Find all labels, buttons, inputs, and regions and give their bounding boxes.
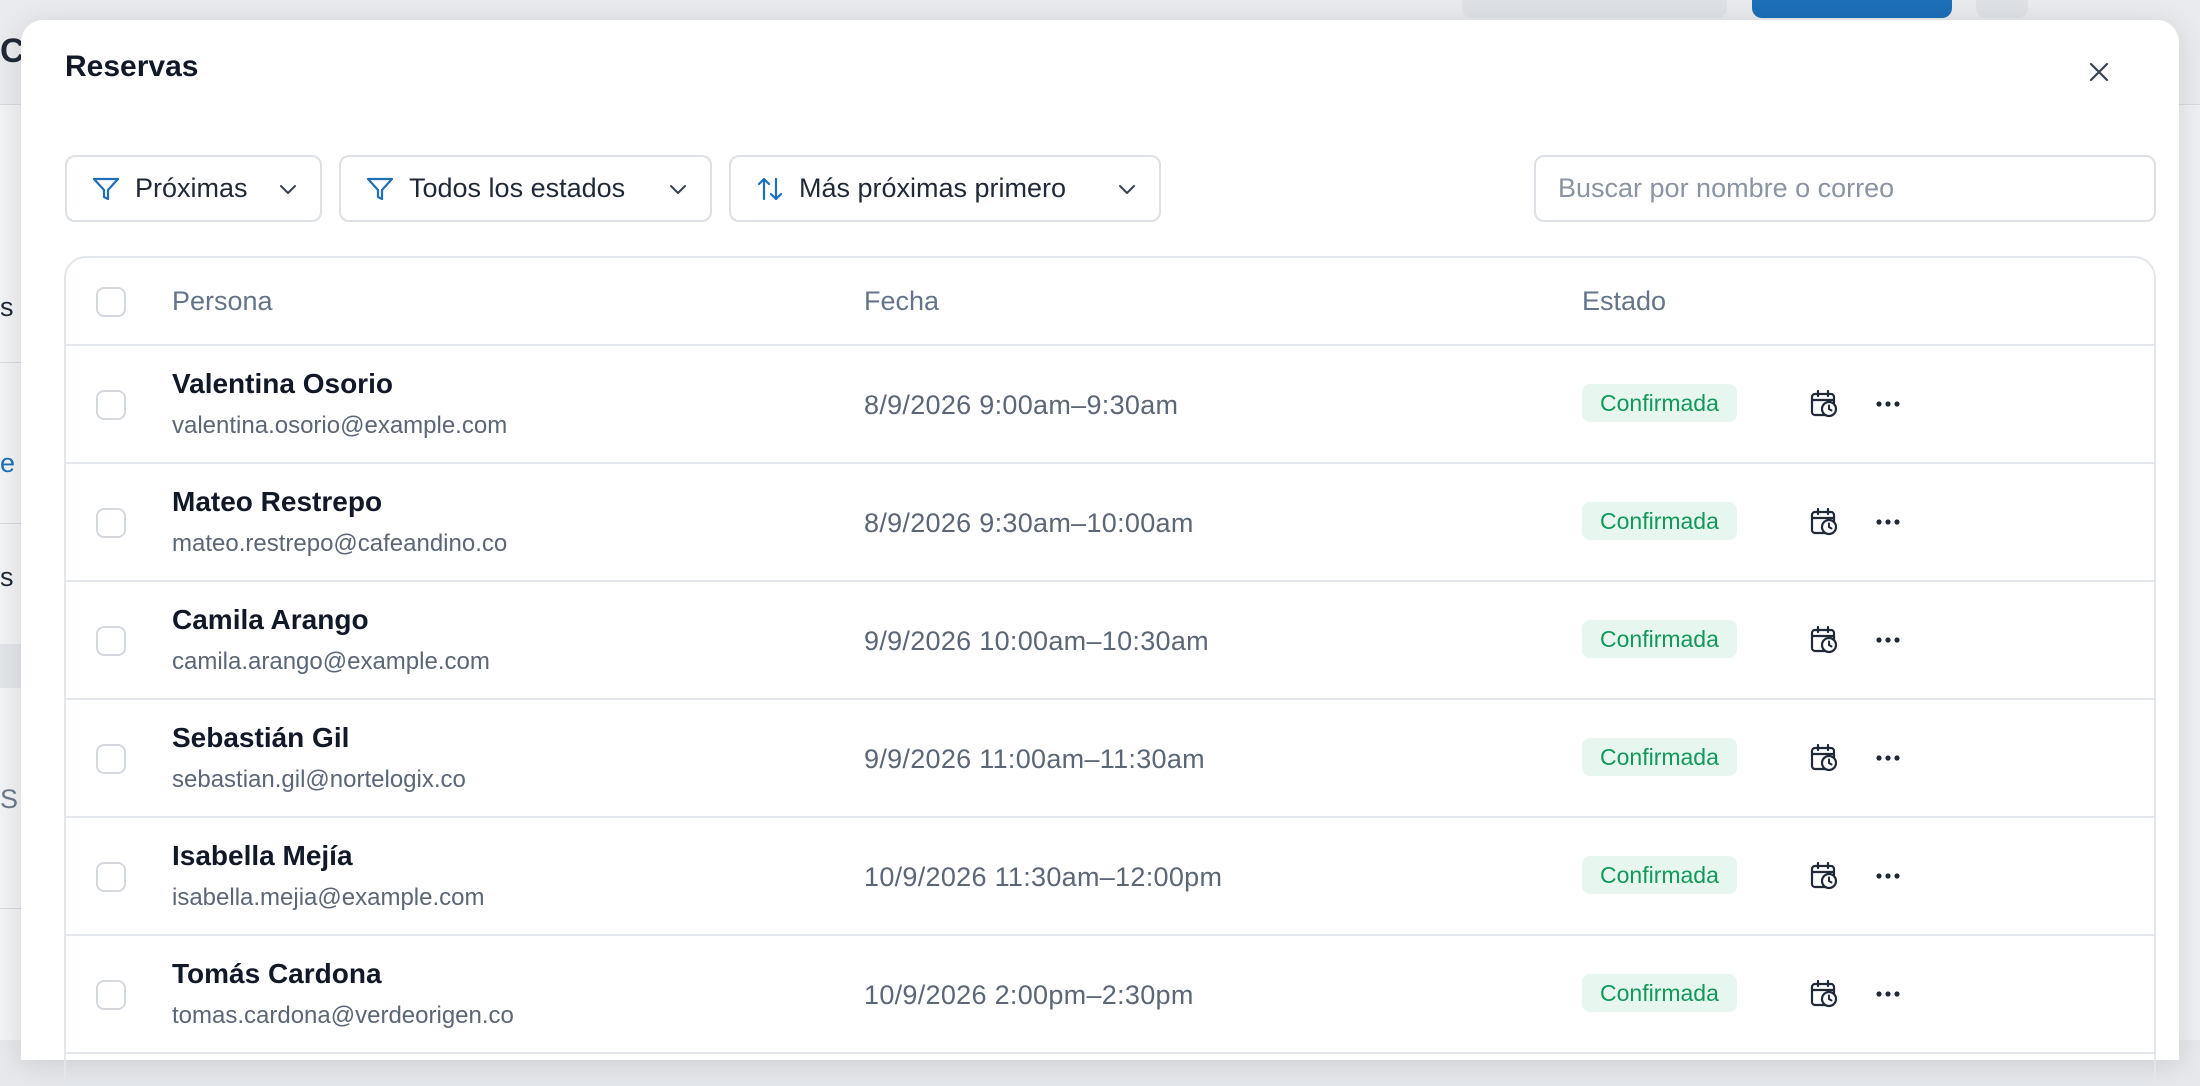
reservation-date: 9/9/2026 11:00am–11:30am (864, 744, 1205, 774)
person-email: sebastian.gil@nortelogix.co (172, 766, 466, 793)
chevron-down-icon (280, 184, 296, 194)
modal-title: Reservas (65, 50, 199, 83)
reservation-date: 8/9/2026 9:30am–10:00am (864, 508, 1194, 538)
close-icon (2089, 62, 2109, 82)
table-row[interactable]: Camila Arango camila.arango@example.com … (66, 582, 2154, 700)
status-filter-label: Todos los estados (409, 173, 626, 203)
row-checkbox[interactable] (96, 862, 126, 892)
filter-icon (92, 177, 120, 200)
calendar-clock-icon (1810, 743, 1838, 772)
status-badge: Confirmada (1582, 974, 1737, 1012)
more-horizontal-icon (1876, 873, 1900, 879)
person-name: Sebastián Gil (172, 722, 350, 753)
person-name: Isabella Mejía (172, 840, 353, 871)
more-horizontal-icon (1876, 637, 1900, 643)
calendar-clock-icon (1810, 389, 1838, 418)
calendar-clock-icon (1810, 507, 1838, 536)
background-nav-fragment: s (0, 292, 14, 322)
background-topbar-primary-button (1752, 0, 1952, 18)
reservation-date: 8/9/2026 9:00am–9:30am (864, 390, 1179, 420)
more-options-button[interactable] (1870, 858, 1906, 894)
column-header-status: Estado (1582, 286, 1667, 316)
person-name: Mateo Restrepo (172, 486, 383, 517)
row-checkbox[interactable] (96, 980, 126, 1010)
background-text-fragment: S (0, 784, 19, 814)
status-badge: Confirmada (1582, 384, 1737, 422)
calendar-clock-icon (1810, 625, 1838, 654)
row-checkbox[interactable] (96, 390, 126, 420)
more-options-button[interactable] (1870, 976, 1906, 1012)
reschedule-button[interactable] (1806, 504, 1842, 540)
background-topbar-button (1462, 0, 1727, 18)
person-email: camila.arango@example.com (172, 648, 490, 675)
sort-dropdown[interactable]: Más próximas primero (729, 155, 1161, 222)
row-checkbox[interactable] (96, 508, 126, 538)
select-all-checkbox[interactable] (96, 287, 126, 317)
more-options-button[interactable] (1870, 386, 1906, 422)
more-horizontal-icon (1876, 401, 1900, 407)
sort-label: Más próximas primero (799, 173, 1067, 203)
more-horizontal-icon (1876, 519, 1900, 525)
more-options-button[interactable] (1870, 622, 1906, 658)
reservation-date: 9/9/2026 10:00am–10:30am (864, 626, 1209, 656)
person-name: Tomás Cardona (172, 958, 382, 989)
reschedule-button[interactable] (1806, 622, 1842, 658)
chevron-down-icon (670, 184, 686, 194)
reschedule-button[interactable] (1806, 740, 1842, 776)
background-nav-fragment: s (0, 562, 14, 592)
time-filter-label: Próximas (135, 173, 248, 203)
status-badge: Confirmada (1582, 856, 1737, 894)
column-header-date: Fecha (864, 286, 940, 316)
chevron-down-icon (1119, 184, 1135, 194)
table-row[interactable]: Valentina Osorio valentina.osorio@exampl… (66, 346, 2154, 464)
more-horizontal-icon (1876, 991, 1900, 997)
reservations-table: Persona Fecha Estado Valentina Osorio va… (64, 256, 2156, 1086)
person-name: Valentina Osorio (172, 368, 393, 399)
reservation-date: 10/9/2026 2:00pm–2:30pm (864, 980, 1194, 1010)
close-button[interactable] (2083, 56, 2115, 88)
person-email: tomas.cardona@verdeorigen.co (172, 1002, 514, 1029)
status-badge: Confirmada (1582, 502, 1737, 540)
sort-icon (757, 177, 783, 200)
status-badge: Confirmada (1582, 620, 1737, 658)
table-row[interactable]: Tomás Cardona tomas.cardona@verdeorigen.… (66, 936, 2154, 1054)
person-email: mateo.restrepo@cafeandino.co (172, 530, 508, 557)
reservations-modal: Reservas Próximas Todos los estados Más … (21, 20, 2179, 1086)
table-row[interactable]: Sebastián Gil sebastian.gil@nortelogix.c… (66, 700, 2154, 818)
filter-icon (366, 177, 394, 200)
time-filter-dropdown[interactable]: Próximas (65, 155, 322, 222)
reservation-date: 10/9/2026 11:30am–12:00pm (864, 862, 1223, 892)
column-header-person: Persona (172, 286, 273, 316)
table-header: Persona Fecha Estado (66, 258, 2154, 346)
table-row[interactable]: Isabella Mejía isabella.mejia@example.co… (66, 818, 2154, 936)
calendar-clock-icon (1810, 979, 1838, 1008)
person-email: isabella.mejia@example.com (172, 884, 485, 911)
row-checkbox[interactable] (96, 744, 126, 774)
calendar-clock-icon (1810, 861, 1838, 890)
reschedule-button[interactable] (1806, 976, 1842, 1012)
table-row[interactable]: Mateo Restrepo mateo.restrepo@cafeandino… (66, 464, 2154, 582)
status-filter-dropdown[interactable]: Todos los estados (339, 155, 712, 222)
status-badge: Confirmada (1582, 738, 1737, 776)
more-options-button[interactable] (1870, 740, 1906, 776)
more-horizontal-icon (1876, 755, 1900, 761)
search-input[interactable] (1534, 155, 2156, 222)
person-email: valentina.osorio@example.com (172, 412, 508, 439)
person-name: Camila Arango (172, 604, 369, 635)
more-options-button[interactable] (1870, 504, 1906, 540)
row-checkbox[interactable] (96, 626, 126, 656)
reschedule-button[interactable] (1806, 858, 1842, 894)
background-link-fragment: e (0, 448, 16, 478)
reschedule-button[interactable] (1806, 386, 1842, 422)
background-topbar-icon-button (1976, 0, 2028, 18)
